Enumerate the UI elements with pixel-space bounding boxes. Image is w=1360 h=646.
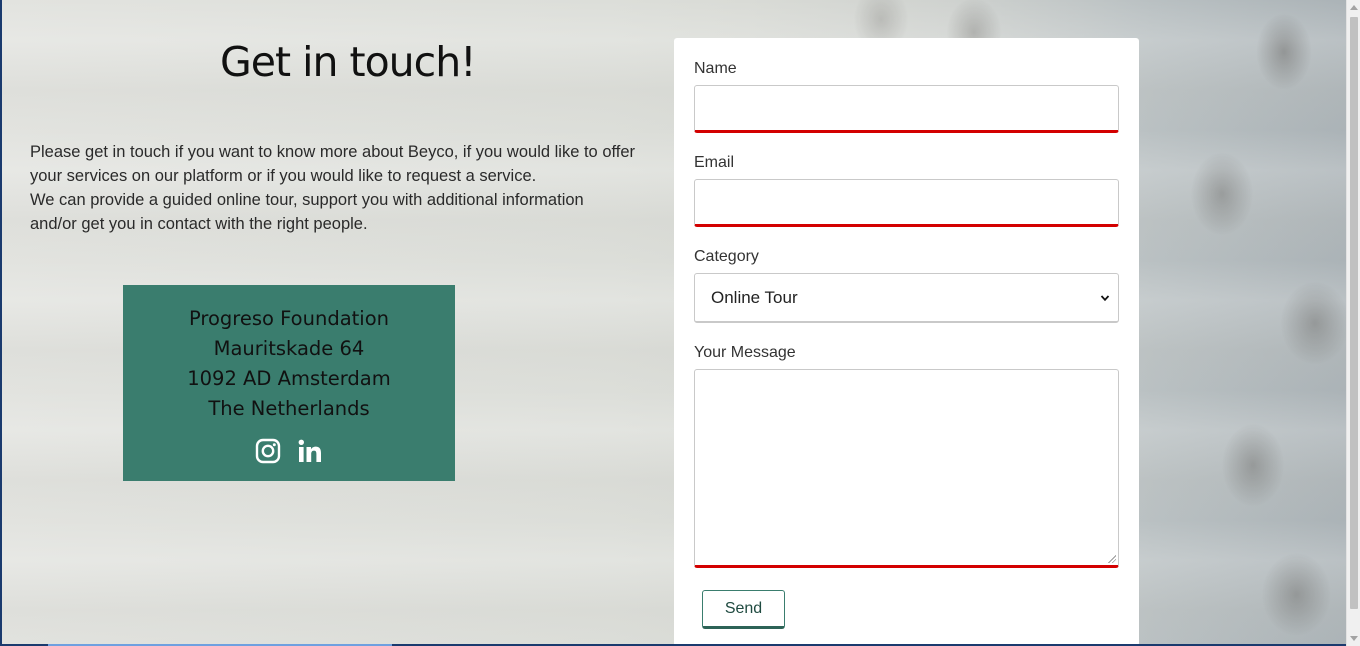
page-title: Get in touch! — [220, 38, 477, 86]
email-group: Email — [694, 154, 1119, 227]
address-line: 1092 AD Amsterdam — [187, 367, 391, 390]
email-input[interactable] — [694, 179, 1119, 227]
page: Get in touch! Please get in touch if you… — [0, 0, 1360, 646]
scroll-up-icon[interactable] — [1350, 5, 1358, 10]
name-group: Name — [694, 60, 1119, 133]
window-edge — [0, 0, 2, 646]
message-textarea[interactable] — [694, 369, 1119, 568]
intro-text: Please get in touch if you want to know … — [30, 140, 660, 236]
send-button[interactable]: Send — [702, 590, 785, 629]
name-input[interactable] — [694, 85, 1119, 133]
address-line: Progreso Foundation — [188, 307, 390, 330]
resize-handle-icon[interactable] — [1108, 555, 1116, 563]
message-label: Your Message — [694, 344, 796, 361]
scrollbar-thumb[interactable] — [1350, 17, 1358, 609]
category-label: Category — [694, 248, 759, 265]
scroll-down-icon[interactable] — [1350, 636, 1358, 641]
address-card: Progreso Foundation Mauritskade 64 1092 … — [123, 285, 455, 481]
intro-line: Please get in touch if you want to know … — [30, 143, 636, 161]
address-line: Mauritskade 64 — [213, 337, 365, 360]
vertical-scrollbar[interactable] — [1346, 0, 1360, 646]
social-links — [123, 438, 455, 464]
name-label: Name — [694, 60, 737, 77]
chevron-down-icon — [1100, 294, 1110, 301]
intro-line: We can provide a guided online tour, sup… — [30, 191, 584, 209]
intro-line: your services on our platform or if you … — [30, 167, 537, 185]
linkedin-icon[interactable] — [297, 438, 323, 464]
intro-line: and/or get you in contact with the right… — [30, 215, 368, 233]
email-label: Email — [694, 154, 735, 171]
category-group: Category Online Tour — [694, 248, 1119, 323]
category-selected-value: Online Tour — [711, 287, 798, 307]
address-line: The Netherlands — [208, 397, 370, 420]
message-group: Your Message — [694, 344, 1119, 568]
contact-form: Name Email Category Online Tour Your Mes… — [674, 38, 1139, 646]
instagram-icon[interactable] — [255, 438, 281, 464]
category-select[interactable]: Online Tour — [694, 273, 1119, 323]
